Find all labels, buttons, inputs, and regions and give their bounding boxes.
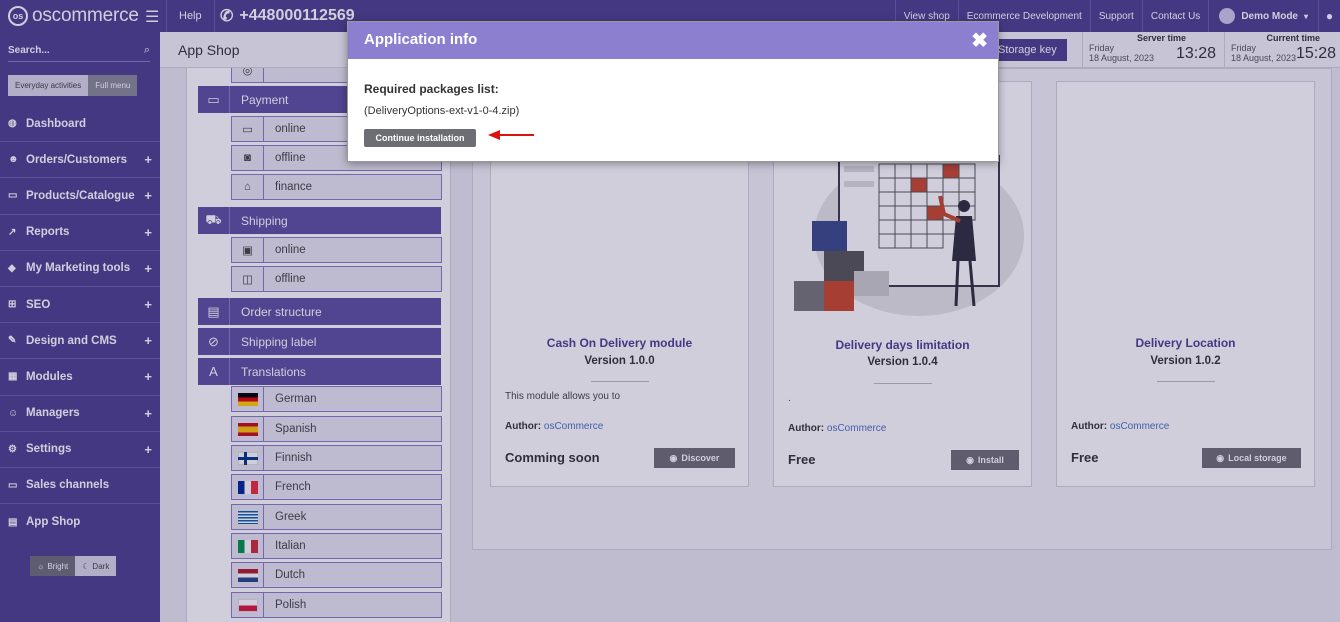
red-arrow-annotation — [488, 130, 534, 140]
required-packages-label: Required packages list: — [364, 82, 499, 96]
continue-installation-button[interactable]: Continue installation — [364, 129, 476, 147]
modal-title: Application info — [364, 31, 478, 48]
modal-header: Application info ✖ — [348, 22, 998, 59]
close-icon[interactable]: ✖ — [971, 28, 988, 53]
package-name: (DeliveryOptions-ext-v1-0-4.zip) — [364, 105, 520, 117]
application-info-modal: Application info ✖ Required packages lis… — [347, 21, 999, 162]
